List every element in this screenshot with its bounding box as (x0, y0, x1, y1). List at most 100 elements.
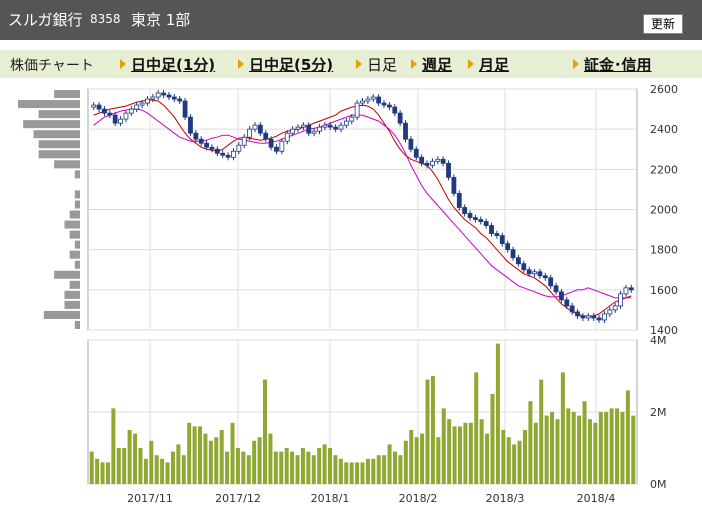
volume-bar (89, 451, 94, 484)
volume-bar (355, 462, 360, 484)
volume-bar (376, 455, 381, 484)
volume-bar (452, 426, 457, 484)
volume-bar (544, 415, 549, 484)
volume-bar (420, 433, 425, 484)
volume-bar (550, 412, 555, 484)
candle-body (338, 124, 344, 130)
candle-body (290, 128, 296, 134)
volume-bar (604, 412, 609, 484)
candle-body (333, 126, 339, 130)
volume-bar (230, 422, 235, 484)
volume-profile-bar (18, 100, 80, 109)
volume-profile-bar (54, 270, 80, 279)
candle-body (279, 140, 285, 152)
candle-body (370, 96, 376, 100)
volume-bar (501, 430, 506, 484)
candle-body (118, 118, 123, 124)
candle-body (435, 158, 441, 162)
candle-body (526, 269, 532, 275)
volume-bar (241, 451, 246, 484)
candle-body (257, 124, 263, 134)
candle-body (483, 221, 489, 226)
volume-bar (165, 462, 170, 484)
candle-body (91, 104, 97, 108)
candle-body (440, 158, 446, 164)
candle-body (306, 124, 312, 134)
volume-bar (111, 408, 116, 484)
x-tick-label: 2018/2 (399, 492, 438, 505)
volume-profile-bar (74, 190, 80, 199)
candle-body (134, 104, 140, 110)
candle-body (177, 98, 183, 102)
candle-body (225, 154, 231, 158)
volume-profile-bar (69, 230, 80, 239)
volume-bar (593, 422, 598, 484)
candle-body (489, 225, 494, 234)
volume-bar (512, 444, 517, 484)
candle-body (354, 102, 360, 118)
volume-bar (203, 433, 208, 484)
candle-body (478, 219, 484, 222)
volume-bar (268, 433, 273, 484)
candle-body (247, 128, 252, 138)
volume-profile-bar (38, 150, 80, 159)
candle-body (300, 124, 306, 128)
volume-profile-bar (69, 250, 80, 259)
volume-bar (122, 448, 127, 484)
candle-body (236, 144, 242, 152)
candle-body (612, 305, 618, 311)
volume-bar (187, 422, 192, 484)
volume-bar (398, 455, 403, 484)
volume-bar (615, 408, 620, 484)
volume-bar (392, 451, 398, 484)
candle-body (505, 243, 511, 251)
candle-body (123, 112, 129, 120)
y-tick-label: 1800 (650, 244, 678, 257)
volume-bar (311, 455, 316, 484)
volume-bar (138, 448, 143, 484)
stock-chart: 2017/11 2017/12 2018/1 2018/2 2018/3 2018/4 26… (18, 83, 678, 505)
volume-profile-bar (64, 290, 80, 299)
candle-body (386, 104, 392, 108)
volume-bar (235, 448, 240, 484)
candle-body (456, 193, 462, 208)
volume-bar (463, 422, 468, 484)
volume-bar (479, 419, 484, 484)
volume-bar (430, 376, 435, 484)
volume-profile-bar (23, 120, 81, 129)
y-tick-label: 2M (650, 406, 667, 419)
volume-profile-bar (74, 320, 80, 329)
volume-bar (344, 462, 349, 484)
candle-body (182, 100, 188, 118)
candle-body (510, 249, 516, 259)
candle-body (214, 148, 220, 154)
candle-body (311, 130, 317, 134)
volume-bar (485, 433, 490, 484)
candle-body (408, 138, 414, 150)
candle-body (220, 152, 226, 156)
candle-body (537, 271, 543, 277)
candle-body (155, 92, 161, 98)
y-tick-label: 0M (650, 478, 667, 491)
volume-bar (225, 451, 230, 484)
volume-bar (555, 419, 560, 484)
volume-bar (625, 390, 630, 484)
volume-bar (365, 458, 370, 484)
volume-bar (436, 437, 441, 484)
volume-profile-bar (74, 170, 80, 179)
volume-bar (306, 451, 311, 484)
volume-bar (322, 444, 327, 484)
candle-body (553, 285, 559, 293)
x-tick-label: 2018/4 (577, 492, 616, 505)
volume-bar (495, 343, 500, 484)
volume-bar (181, 455, 186, 484)
candle-body (268, 138, 274, 148)
candle-body (585, 315, 591, 319)
volume-bar (441, 408, 446, 484)
candle-body (473, 217, 478, 220)
volume-bar (490, 394, 495, 484)
volume-bar (133, 433, 138, 484)
volume-bar (609, 408, 614, 484)
candle-body (112, 114, 118, 124)
x-tick-label: 2017/11 (127, 492, 173, 505)
